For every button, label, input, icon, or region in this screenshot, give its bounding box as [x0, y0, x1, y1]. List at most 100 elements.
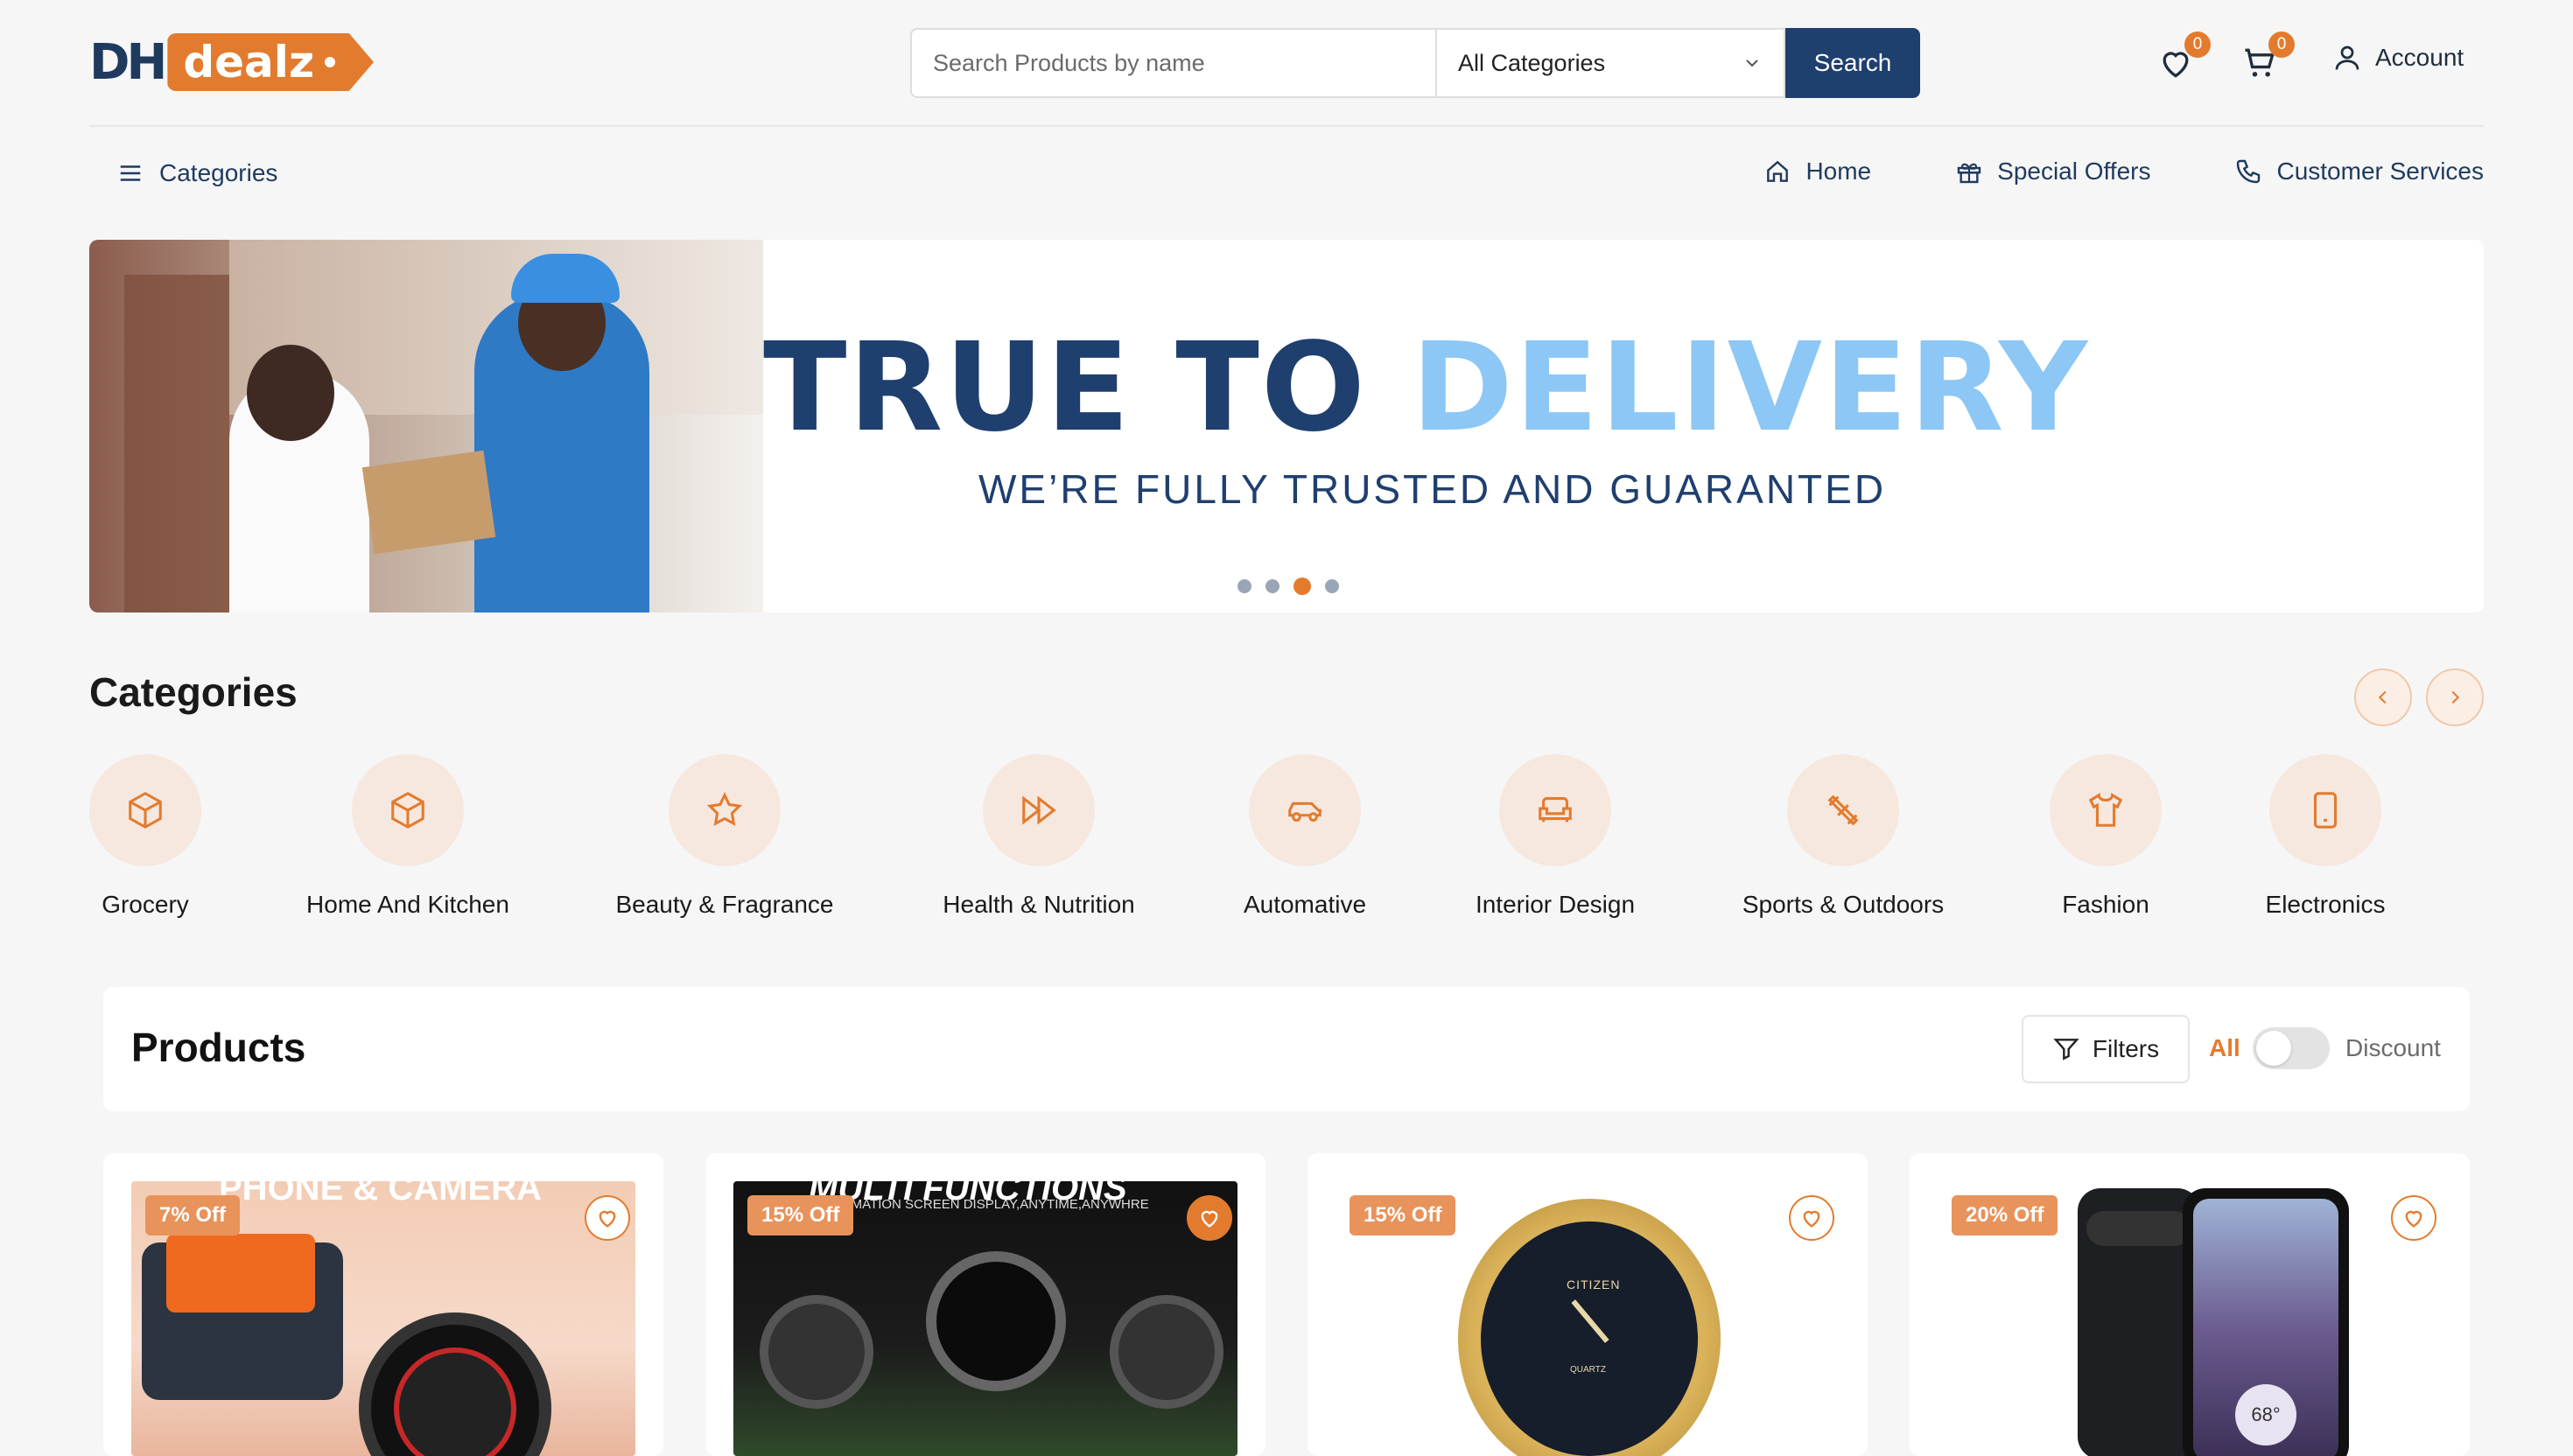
- toggle-all-label[interactable]: All: [2209, 1034, 2240, 1062]
- menu-icon: [120, 165, 141, 181]
- wishlist-toggle[interactable]: [1789, 1195, 1834, 1241]
- dumbbell-icon: [1827, 794, 1859, 826]
- product-image-subtext: INFORMATION SCREEN DISPLAY,ANYTIME,ANYWH…: [810, 1197, 1149, 1212]
- category-label: Automative: [1243, 891, 1367, 918]
- category-health-nutrition[interactable]: Health & Nutrition: [938, 754, 1139, 919]
- wishlist-button[interactable]: 0: [2156, 32, 2211, 87]
- account-label: Account: [2375, 44, 2464, 71]
- logo-dot: [325, 57, 336, 67]
- wishlist-toggle[interactable]: [585, 1195, 630, 1241]
- category-label: Beauty & Fragrance: [615, 891, 834, 918]
- category-fashion[interactable]: Fashion: [2050, 754, 2162, 919]
- fast-forward-icon: [1022, 795, 1056, 825]
- category-interior-design[interactable]: Interior Design: [1470, 754, 1640, 919]
- logo-text: dealz: [183, 37, 315, 88]
- category-sports-outdoors[interactable]: Sports & Outdoors: [1738, 754, 1948, 919]
- wishlist-toggle[interactable]: [2391, 1195, 2436, 1241]
- tablet-icon: [2313, 792, 2338, 829]
- product-card[interactable]: MULTI FUNCTIONS INFORMATION SCREEN DISPL…: [705, 1153, 1265, 1456]
- category-select[interactable]: All Categories: [1435, 28, 1785, 98]
- category-label: Interior Design: [1475, 891, 1636, 918]
- banner-subtitle: WE’RE FULLY TRUSTED AND GUARANTED: [978, 466, 1887, 512]
- star-icon: [706, 792, 743, 826]
- category-select-value: All Categories: [1458, 49, 1606, 76]
- cart-button[interactable]: 0: [2240, 32, 2295, 87]
- category-grocery[interactable]: Grocery: [89, 754, 201, 919]
- delivery-photo: [89, 240, 763, 612]
- banner-title-part2: DELIVERY: [1411, 317, 2090, 459]
- heart-icon: [599, 1210, 616, 1228]
- categories-menu-label: Categories: [159, 159, 278, 186]
- categories-menu-button[interactable]: Categories: [117, 159, 277, 187]
- product-card[interactable]: 68° 20% Off: [1910, 1153, 2470, 1456]
- nav-customer-services-label: Customer Services: [2276, 158, 2484, 185]
- discount-toggle[interactable]: [2253, 1027, 2330, 1069]
- carousel-dot[interactable]: [1265, 579, 1279, 593]
- filter-icon: [2053, 1039, 2079, 1060]
- logo-tag: dealz: [167, 33, 375, 91]
- category-label: Home And Kitchen: [306, 891, 509, 918]
- chevron-right-icon: [2451, 690, 2460, 704]
- toggle-knob: [2256, 1031, 2291, 1066]
- phone-icon: [2237, 159, 2261, 184]
- product-image-text: PHONE & CAMERA: [219, 1181, 542, 1208]
- filters-label: Filters: [2092, 1035, 2160, 1062]
- product-image-text: 68°: [2235, 1384, 2296, 1446]
- carousel-dot-active[interactable]: [1294, 578, 1311, 595]
- header-divider: [89, 125, 2484, 127]
- heart-icon: [1803, 1210, 1820, 1228]
- chevron-left-icon: [2378, 690, 2387, 704]
- banner-title-part1: TRUE TO: [763, 317, 1412, 459]
- category-electronics[interactable]: Electronics: [2261, 754, 2389, 919]
- car-icon: [1288, 802, 1322, 822]
- category-label: Grocery: [102, 891, 189, 918]
- category-automative[interactable]: Automative: [1239, 754, 1371, 919]
- products-title: Products: [131, 1025, 306, 1070]
- nav-home[interactable]: Home: [1763, 158, 1871, 186]
- brand-logo[interactable]: DH dealz: [89, 32, 375, 93]
- sofa-icon: [1539, 797, 1572, 822]
- product-card[interactable]: CITIZEN QUARTZ 15% Off: [1308, 1153, 1868, 1456]
- hero-banner[interactable]: TRUE TO DELIVERY WE’RE FULLY TRUSTED AND…: [89, 240, 2484, 612]
- product-image-subtext: QUARTZ: [1570, 1365, 1606, 1375]
- carousel-dots: [1237, 578, 1339, 595]
- chevron-down-icon: [1746, 60, 1758, 67]
- discount-badge: 15% Off: [747, 1195, 854, 1236]
- account-button[interactable]: Account: [2331, 42, 2464, 74]
- product-card[interactable]: PHONE & CAMERA 7% Off: [103, 1153, 663, 1456]
- search-button[interactable]: Search: [1785, 28, 1920, 98]
- products-toolbar: Products Filters All Discount: [103, 987, 2470, 1111]
- category-label: Health & Nutrition: [943, 891, 1135, 918]
- cart-count-badge: 0: [2268, 32, 2295, 58]
- categories-next-button[interactable]: [2426, 668, 2484, 726]
- categories-title: Categories: [89, 669, 298, 715]
- search-input[interactable]: [910, 28, 1435, 98]
- home-icon: [1767, 160, 1789, 182]
- category-beauty-fragrance[interactable]: Beauty & Fragrance: [613, 754, 837, 919]
- heart-icon: [1201, 1210, 1218, 1228]
- product-image-text: CITIZEN: [1567, 1278, 1621, 1292]
- discount-badge: 15% Off: [1350, 1195, 1456, 1236]
- category-home-and-kitchen[interactable]: Home And Kitchen: [303, 754, 513, 919]
- carousel-dot[interactable]: [1237, 579, 1251, 593]
- nav-customer-services[interactable]: Customer Services: [2234, 158, 2484, 186]
- logo-mark: DH: [89, 33, 167, 91]
- search-bar: All Categories Search: [910, 28, 1920, 98]
- discount-badge: 20% Off: [1952, 1195, 2058, 1236]
- toggle-discount-label[interactable]: Discount: [2345, 1034, 2441, 1062]
- categories-prev-button[interactable]: [2354, 668, 2412, 726]
- box-icon: [129, 792, 162, 829]
- wishlist-count-badge: 0: [2184, 32, 2211, 58]
- carousel-dot[interactable]: [1325, 579, 1339, 593]
- nav-special-offers[interactable]: Special Offers: [1955, 158, 2150, 186]
- banner-title: TRUE TO DELIVERY: [763, 327, 2089, 450]
- discount-badge: 7% Off: [145, 1195, 241, 1236]
- wishlist-toggle[interactable]: [1187, 1195, 1232, 1241]
- filters-button[interactable]: Filters: [2022, 1015, 2190, 1083]
- category-label: Fashion: [2062, 891, 2149, 918]
- nav-home-label: Home: [1805, 158, 1872, 185]
- gift-icon: [1957, 163, 1981, 184]
- shirt-icon: [2088, 793, 2123, 827]
- nav-special-offers-label: Special Offers: [1997, 158, 2151, 185]
- user-icon: [2335, 46, 2359, 70]
